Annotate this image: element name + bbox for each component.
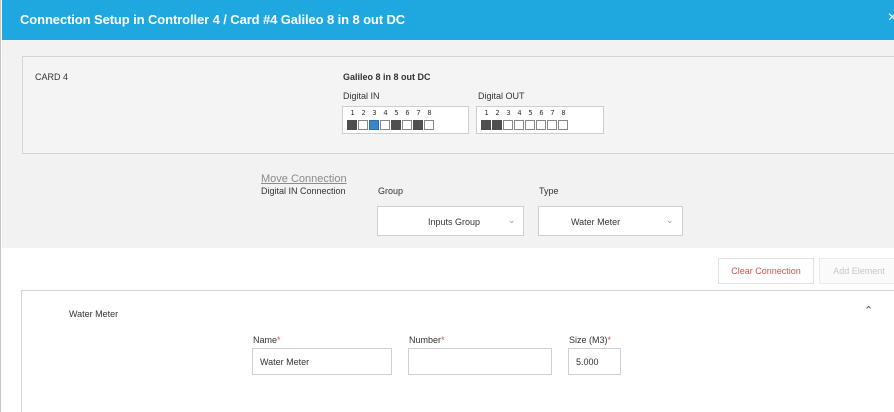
dialog-title: Connection Setup in Controller 4 / Card … xyxy=(20,12,406,27)
digital-in-port-number: 5 xyxy=(394,109,399,117)
close-icon[interactable]: × xyxy=(888,9,894,27)
digital-out-port-number: 5 xyxy=(528,109,533,117)
digital-in-port-6[interactable] xyxy=(402,120,412,130)
card-model: Galileo 8 in 8 out DC xyxy=(343,72,431,82)
digital-in-numbers: 12345678 xyxy=(347,109,435,117)
digital-in-connection-label: Digital IN Connection xyxy=(261,186,346,196)
digital-in-port-number: 6 xyxy=(405,109,410,117)
size-label-text: Size (M3) xyxy=(569,335,608,345)
digital-out-port-number: 3 xyxy=(506,109,511,117)
element-panel: Water Meter ⌃ Name* Water Meter Number* … xyxy=(21,290,894,412)
digital-in-port-number: 1 xyxy=(350,109,355,117)
group-select[interactable]: Inputs Group ⌄ xyxy=(377,206,524,236)
name-input-value: Water Meter xyxy=(260,357,310,367)
digital-out-port-7[interactable] xyxy=(547,120,557,130)
add-element-button[interactable]: Add Element xyxy=(819,258,894,284)
digital-in-port-number: 8 xyxy=(427,109,432,117)
number-label-text: Number xyxy=(409,335,442,345)
digital-in-label: Digital IN xyxy=(343,91,380,101)
type-select[interactable]: Water Meter ⌄ xyxy=(538,206,683,236)
digital-out-ports: 12345678 xyxy=(476,106,604,134)
digital-in-port-8[interactable] xyxy=(424,120,434,130)
digital-out-numbers: 12345678 xyxy=(481,109,569,117)
required-mark: * xyxy=(277,335,281,345)
digital-in-port-number: 3 xyxy=(372,109,377,117)
digital-out-squares xyxy=(481,120,568,130)
type-label: Type xyxy=(539,186,559,196)
digital-out-port-number: 1 xyxy=(484,109,489,117)
required-mark: * xyxy=(607,335,612,345)
digital-out-port-number: 2 xyxy=(495,109,500,117)
element-title: Water Meter xyxy=(69,309,119,319)
digital-in-port-3[interactable] xyxy=(369,120,379,130)
digital-in-port-number: 4 xyxy=(383,109,388,117)
digital-in-port-1[interactable] xyxy=(347,120,357,130)
digital-in-port-5[interactable] xyxy=(391,120,401,130)
chevron-up-icon[interactable]: ⌃ xyxy=(864,304,873,317)
digital-in-port-number: 2 xyxy=(361,109,366,117)
card-label: CARD 4 xyxy=(35,72,69,82)
size-input-value: 5.000 xyxy=(576,357,599,367)
number-input[interactable] xyxy=(408,348,552,375)
digital-out-port-5[interactable] xyxy=(525,120,535,130)
digital-out-port-number: 7 xyxy=(550,109,555,117)
chevron-down-icon: ⌄ xyxy=(508,215,516,225)
digital-out-port-1[interactable] xyxy=(481,120,491,130)
type-select-value: Water Meter xyxy=(571,217,621,227)
name-field-label: Name* xyxy=(253,335,281,345)
name-label-text: Name xyxy=(253,335,278,345)
digital-out-port-number: 6 xyxy=(539,109,544,117)
name-input[interactable]: Water Meter xyxy=(252,348,392,375)
size-field-label: Size (M3)* xyxy=(569,335,611,345)
digital-out-port-number: 4 xyxy=(517,109,522,117)
digital-in-port-7[interactable] xyxy=(413,120,423,130)
digital-out-port-2[interactable] xyxy=(492,120,502,130)
card-panel: CARD 4 Galileo 8 in 8 out DC Digital IN … xyxy=(22,56,894,154)
required-mark: * xyxy=(441,335,445,345)
move-connection-link[interactable]: Move Connection xyxy=(261,173,347,185)
digital-out-label: Digital OUT xyxy=(478,91,525,101)
digital-in-port-2[interactable] xyxy=(358,120,368,130)
digital-in-squares xyxy=(347,120,434,130)
size-input[interactable]: 5.000 xyxy=(568,348,621,375)
digital-out-port-8[interactable] xyxy=(558,120,568,130)
number-field-label: Number* xyxy=(409,335,445,345)
digital-in-port-number: 7 xyxy=(416,109,421,117)
group-select-value: Inputs Group xyxy=(428,217,481,227)
connection-area: CARD 4 Galileo 8 in 8 out DC Digital IN … xyxy=(2,40,894,248)
clear-connection-button[interactable]: Clear Connection xyxy=(718,258,814,284)
digital-in-ports: 12345678 xyxy=(342,106,469,134)
digital-out-port-number: 8 xyxy=(561,109,566,117)
digital-out-port-6[interactable] xyxy=(536,120,546,130)
digital-out-port-3[interactable] xyxy=(503,120,513,130)
group-label: Group xyxy=(378,186,404,196)
chevron-down-icon: ⌄ xyxy=(666,215,674,225)
digital-in-port-4[interactable] xyxy=(380,120,390,130)
dialog-titlebar: Connection Setup in Controller 4 / Card … xyxy=(2,0,894,40)
dialog-frame: Connection Setup in Controller 4 / Card … xyxy=(0,0,894,412)
digital-out-port-4[interactable] xyxy=(514,120,524,130)
